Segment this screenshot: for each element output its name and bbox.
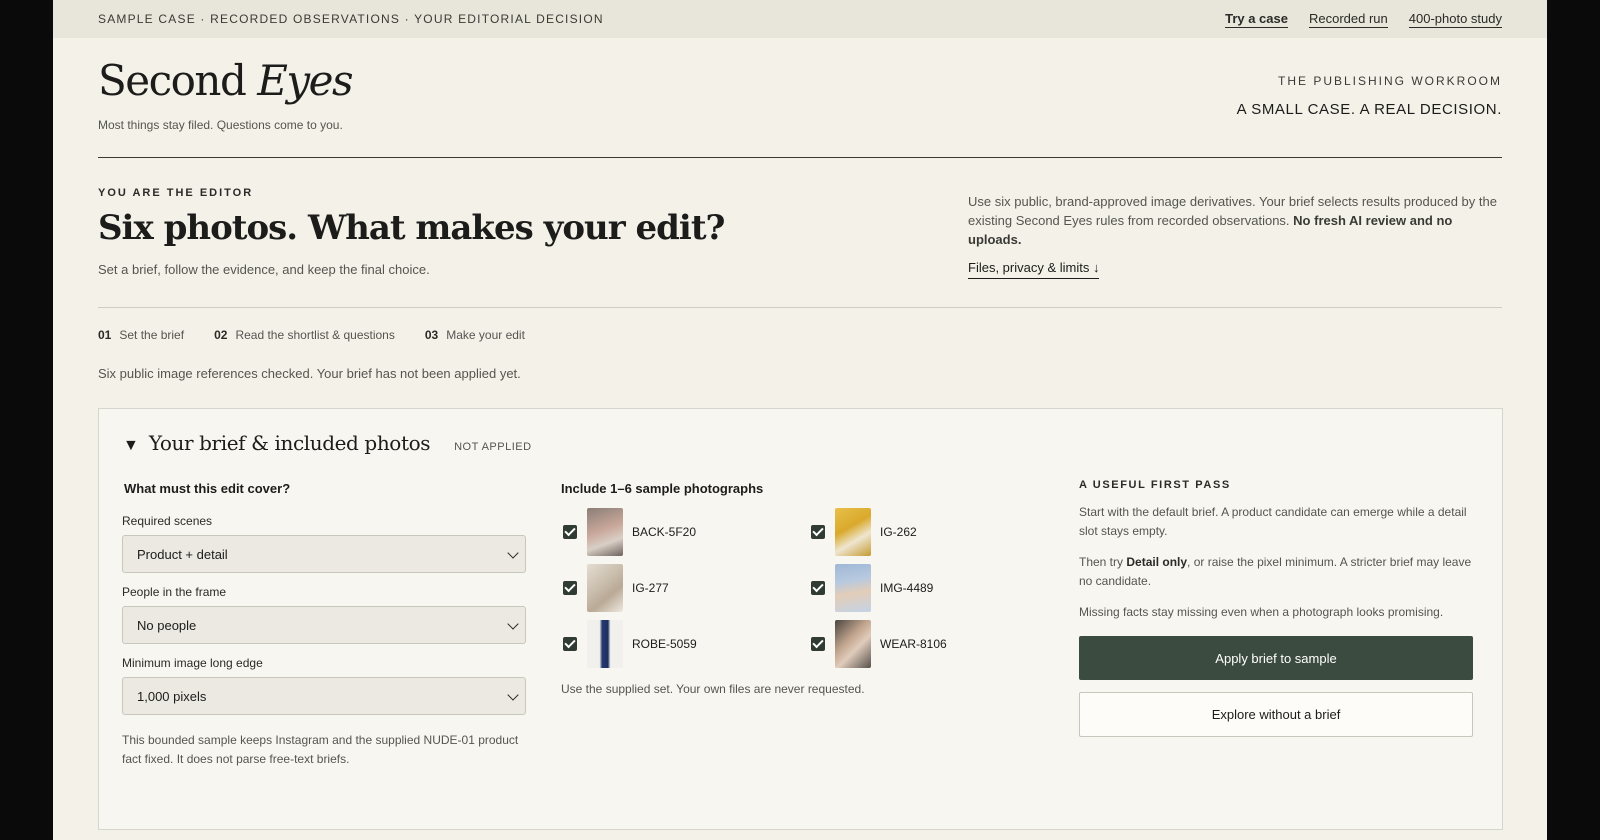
step-label: Read the shortlist & questions xyxy=(235,328,395,342)
caret-down-icon: ▼ xyxy=(123,437,139,454)
step-label: Make your edit xyxy=(446,328,525,342)
top-bar: SAMPLE CASE · RECORDED OBSERVATIONS · YO… xyxy=(53,0,1547,38)
photo-item-ig-277: IG-277 xyxy=(561,564,809,612)
photo-label: BACK-5F20 xyxy=(632,525,697,539)
brand-name: Second xyxy=(98,56,258,105)
photo-thumbnail xyxy=(835,620,871,668)
brief-panel-title: Your brief & included photos xyxy=(148,431,431,455)
required-scenes-select[interactable]: Product + detail xyxy=(122,535,526,573)
photo-checkbox[interactable] xyxy=(563,637,577,651)
photo-thumbnail xyxy=(587,564,623,612)
photo-item-wear-8106: WEAR-8106 xyxy=(809,620,989,668)
step-2: 02 Read the shortlist & questions xyxy=(214,328,395,342)
photo-item-ig-262: IG-262 xyxy=(809,508,989,556)
photo-item-img-4489: IMG-4489 xyxy=(809,564,989,612)
people-label: People in the frame xyxy=(122,585,227,599)
brand-logo[interactable]: Second Eyes xyxy=(98,56,354,105)
step-label: Set the brief xyxy=(119,328,185,342)
brief-panel-toggle[interactable]: ▼ Your brief & included photos NOT APPLI… xyxy=(123,431,532,455)
step-number: 02 xyxy=(214,328,228,342)
photo-label: IG-262 xyxy=(880,525,917,539)
top-breadcrumb: SAMPLE CASE · RECORDED OBSERVATIONS · YO… xyxy=(98,12,604,26)
min-long-edge-value: 1,000 pixels xyxy=(137,688,207,704)
photo-grid: BACK-5F20 IG-262 IG-277 IMG-4489 ROBE-50… xyxy=(561,508,991,668)
photo-checkbox[interactable] xyxy=(563,581,577,595)
photo-label: IG-277 xyxy=(632,581,669,595)
step-number: 03 xyxy=(424,328,439,342)
chevron-down-icon xyxy=(507,689,519,701)
photo-selection: Include 1–6 sample photographs BACK-5F20… xyxy=(561,481,991,696)
chevron-down-icon xyxy=(507,547,519,559)
intro-description: Use six public, brand-approved image der… xyxy=(968,192,1498,279)
photo-label: IMG-4489 xyxy=(880,581,934,595)
guide-paragraph: Start with the default brief. A product … xyxy=(1079,505,1467,538)
nav-link-try-a-case[interactable]: Try a case xyxy=(1225,11,1288,28)
guide-text-bold: Detail only xyxy=(1126,555,1188,569)
nav-link-recorded-run[interactable]: Recorded run xyxy=(1308,11,1388,28)
photo-selection-heading: Include 1–6 sample photographs xyxy=(561,481,764,496)
photo-selection-note: Use the supplied set. Your own files are… xyxy=(561,682,865,696)
guide-text: Then try xyxy=(1079,555,1127,569)
photo-checkbox[interactable] xyxy=(811,637,825,651)
photo-thumbnail xyxy=(835,508,871,556)
required-scenes-value: Product + detail xyxy=(137,546,228,562)
photo-thumbnail xyxy=(835,564,871,612)
page: SAMPLE CASE · RECORDED OBSERVATIONS · YO… xyxy=(53,0,1547,840)
required-scenes-label: Required scenes xyxy=(122,514,213,528)
brief-form-heading: What must this edit cover? xyxy=(124,481,291,496)
people-value: No people xyxy=(137,617,197,633)
status-message: Six public image references checked. You… xyxy=(98,366,521,381)
page-title: Six photos. What makes your edit? xyxy=(98,208,725,248)
workroom-kicker: THE PUBLISHING WORKROOM xyxy=(1277,74,1502,88)
brief-note: This bounded sample keeps Instagram and … xyxy=(122,733,519,766)
slogan: A SMALL CASE. A REAL DECISION. xyxy=(1236,101,1502,118)
top-nav: Try a case Recorded run 400-photo study xyxy=(1225,11,1502,28)
photo-item-robe-5059: ROBE-5059 xyxy=(561,620,809,668)
photo-label: WEAR-8106 xyxy=(880,637,947,651)
tagline: Most things stay filed. Questions come t… xyxy=(98,118,343,132)
nav-link-400-photo-study[interactable]: 400-photo study xyxy=(1408,11,1502,28)
explore-without-brief-button[interactable]: Explore without a brief xyxy=(1079,692,1473,737)
step-indicator: 01 Set the brief 02 Read the shortlist & q… xyxy=(98,328,525,342)
step-3: 03 Make your edit xyxy=(425,328,525,342)
min-long-edge-select[interactable]: 1,000 pixels xyxy=(122,677,526,715)
photo-item-back-5f20: BACK-5F20 xyxy=(561,508,809,556)
brief-panel: ▼ Your brief & included photos NOT APPLI… xyxy=(98,408,1503,830)
step-1: 01 Set the brief xyxy=(98,328,184,342)
guide-paragraph: Then try Detail only, or raise the pixel… xyxy=(1079,553,1473,591)
intro-section: YOU ARE THE EDITOR Six photos. What make… xyxy=(98,158,1502,308)
masthead: Second Eyes Most things stay filed. Ques… xyxy=(98,38,1502,158)
min-long-edge-label: Minimum image long edge xyxy=(122,656,263,670)
masthead-right: THE PUBLISHING WORKROOM A SMALL CASE. A … xyxy=(1237,74,1502,118)
brand-name-italic: Eyes xyxy=(257,56,353,105)
chevron-down-icon xyxy=(507,618,519,630)
guide-heading: A USEFUL FIRST PASS xyxy=(1079,479,1231,491)
photo-label: ROBE-5059 xyxy=(632,637,697,651)
photo-checkbox[interactable] xyxy=(811,581,825,595)
first-pass-guide: A USEFUL FIRST PASS Start with the defau… xyxy=(1079,479,1473,737)
status-badge: NOT APPLIED xyxy=(454,441,532,453)
people-select[interactable]: No people xyxy=(122,606,526,644)
apply-brief-button[interactable]: Apply brief to sample xyxy=(1079,636,1473,680)
intro-eyebrow: YOU ARE THE EDITOR xyxy=(98,187,254,199)
photo-thumbnail xyxy=(587,508,623,556)
photo-checkbox[interactable] xyxy=(563,525,577,539)
guide-paragraph: Missing facts stay missing even when a p… xyxy=(1079,605,1444,619)
photo-checkbox[interactable] xyxy=(811,525,825,539)
brief-form: What must this edit cover? Required scen… xyxy=(122,481,526,769)
step-number: 01 xyxy=(98,328,112,342)
intro-subline: Set a brief, follow the evidence, and ke… xyxy=(98,262,430,277)
photo-thumbnail xyxy=(587,620,623,668)
files-privacy-limits-link[interactable]: Files, privacy & limits ↓ xyxy=(968,258,1100,279)
